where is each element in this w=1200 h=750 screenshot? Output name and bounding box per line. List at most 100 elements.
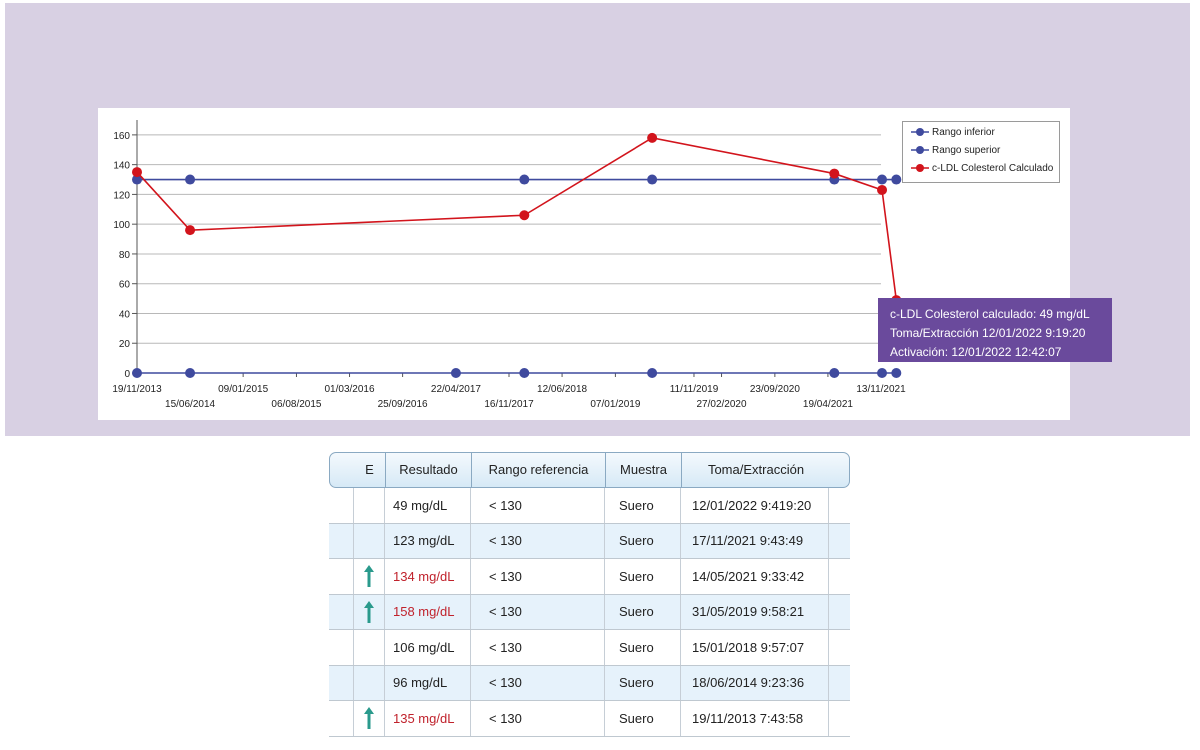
data-point-rango-superior [519,174,530,185]
result-cell: 96 mg/dL [385,665,471,700]
result-cell: 106 mg/dL [385,630,471,665]
chart-legend: Rango inferior Rango superior c-LDL Cole… [902,121,1060,183]
y-tick-label: 100 [113,220,130,231]
data-point-tooltip: c-LDL Colesterol calculado: 49 mg/dL Tom… [878,298,1112,362]
legend-label: c-LDL Colesterol Calculado [932,162,1054,174]
tooltip-sample-line: Toma/Extracción 12/01/2022 9:19:20 [890,326,1086,340]
legend-label: Rango superior [932,144,1001,156]
data-point-rango-superior [877,174,888,185]
table-row[interactable]: 158 mg/dL < 130 Suero 31/05/2019 9:58:21 [329,594,850,630]
data-point-rango-inferior [877,368,888,378]
y-tick-label: 160 [113,131,130,142]
legend-item-rango-inferior[interactable]: Rango inferior [911,125,995,139]
data-point-rango-superior [647,174,658,185]
data-point-rango-superior [891,174,902,185]
flag-cell [353,701,385,736]
legend-item-rango-superior[interactable]: Rango superior [911,143,1000,157]
table-row[interactable]: 96 mg/dL < 130 Suero 18/06/2014 9:23:36 [329,665,850,701]
x-tick-label: 07/01/2019 [590,399,640,410]
result-cell: 123 mg/dL [385,523,471,558]
flag-cell [353,488,385,523]
date-cell: 31/05/2019 9:58:21 [681,594,829,629]
x-tick-label: 15/06/2014 [165,399,215,410]
data-point-rango-inferior [185,368,196,378]
y-tick-label: 20 [119,339,131,350]
x-tick-label: 12/06/2018 [537,384,587,395]
data-point-c-ldl-colesterol [829,168,840,179]
flag-cell [353,665,385,700]
data-point-rango-inferior [829,368,840,378]
legend-marker-icon [911,164,929,172]
range-cell: < 130 [471,630,605,665]
date-cell: 17/11/2021 9:43:49 [681,523,829,558]
sample-cell: Suero [605,701,681,736]
column-header-toma-extraccion[interactable]: Toma/Extracción [682,453,830,487]
table-header: E Resultado Rango referencia Muestra Tom… [329,452,850,488]
date-cell: 19/11/2013 7:43:58 [681,701,829,736]
up-arrow-icon [363,706,375,730]
data-point-rango-inferior [450,368,461,378]
y-tick-label: 60 [119,280,131,291]
up-arrow-icon [363,564,375,588]
legend-marker-icon [911,146,929,154]
sample-cell: Suero [605,559,681,594]
result-cell: 49 mg/dL [385,488,471,523]
up-arrow-icon [363,600,375,624]
column-header-rango-referencia[interactable]: Rango referencia [472,453,606,487]
table-row[interactable]: 123 mg/dL < 130 Suero 17/11/2021 9:43:49 [329,523,850,559]
column-header-e[interactable]: E [354,453,386,487]
data-point-c-ldl-colesterol [519,210,530,221]
data-point-c-ldl-colesterol [647,132,658,143]
sample-cell: Suero [605,594,681,629]
sample-cell: Suero [605,665,681,700]
x-tick-label: 23/09/2020 [750,384,800,395]
table-row[interactable]: 49 mg/dL < 130 Suero 12/01/2022 9:419:20 [329,488,850,524]
range-cell: < 130 [471,665,605,700]
range-cell: < 130 [471,701,605,736]
sample-cell: Suero [605,523,681,558]
tooltip-value-line: c-LDL Colesterol calculado: 49 mg/dL [890,307,1090,321]
date-cell: 12/01/2022 9:419:20 [681,488,829,523]
x-tick-label: 13/11/2021 [856,384,906,395]
legend-label: Rango inferior [932,126,995,138]
result-cell: 158 mg/dL [385,594,471,629]
y-tick-label: 120 [113,190,130,201]
range-cell: < 130 [471,523,605,558]
data-point-c-ldl-colesterol [132,167,142,178]
date-cell: 18/06/2014 9:23:36 [681,665,829,700]
sample-cell: Suero [605,630,681,665]
y-tick-label: 140 [113,161,130,172]
column-header-resultado[interactable]: Resultado [386,453,472,487]
x-tick-label: 09/01/2015 [218,384,268,395]
result-cell: 134 mg/dL [385,559,471,594]
table-body: 49 mg/dL < 130 Suero 12/01/2022 9:419:20 123… [329,488,850,737]
date-cell: 15/01/2018 9:57:07 [681,630,829,665]
x-tick-label: 11/11/2019 [670,384,719,395]
data-point-rango-inferior [647,368,658,378]
data-point-c-ldl-colesterol [185,225,196,236]
range-cell: < 130 [471,594,605,629]
y-tick-label: 80 [119,250,131,261]
x-tick-label: 27/02/2020 [697,399,747,410]
range-cell: < 130 [471,559,605,594]
column-header-muestra[interactable]: Muestra [606,453,682,487]
flag-cell [353,559,385,594]
range-cell: < 130 [471,488,605,523]
date-cell: 14/05/2021 9:33:42 [681,559,829,594]
table-row[interactable]: 106 mg/dL < 130 Suero 15/01/2018 9:57:07 [329,630,850,666]
x-tick-label: 19/11/2013 [112,384,162,395]
y-tick-label: 0 [124,369,130,380]
data-point-c-ldl-colesterol [877,184,888,195]
flag-cell [353,523,385,558]
data-point-rango-inferior [519,368,530,378]
legend-item-c-ldl[interactable]: c-LDL Colesterol Calculado [911,161,1053,175]
x-tick-label: 19/04/2021 [803,399,853,410]
data-point-rango-inferior [891,368,902,378]
x-tick-label: 25/09/2016 [378,399,428,410]
table-row[interactable]: 134 mg/dL < 130 Suero 14/05/2021 9:33:42 [329,559,850,595]
results-table: E Resultado Rango referencia Muestra Tom… [329,452,850,737]
x-tick-label: 22/04/2017 [431,384,481,395]
y-tick-label: 40 [119,309,131,320]
x-tick-label: 06/08/2015 [271,399,321,410]
table-row[interactable]: 135 mg/dL < 130 Suero 19/11/2013 7:43:58 [329,701,850,737]
